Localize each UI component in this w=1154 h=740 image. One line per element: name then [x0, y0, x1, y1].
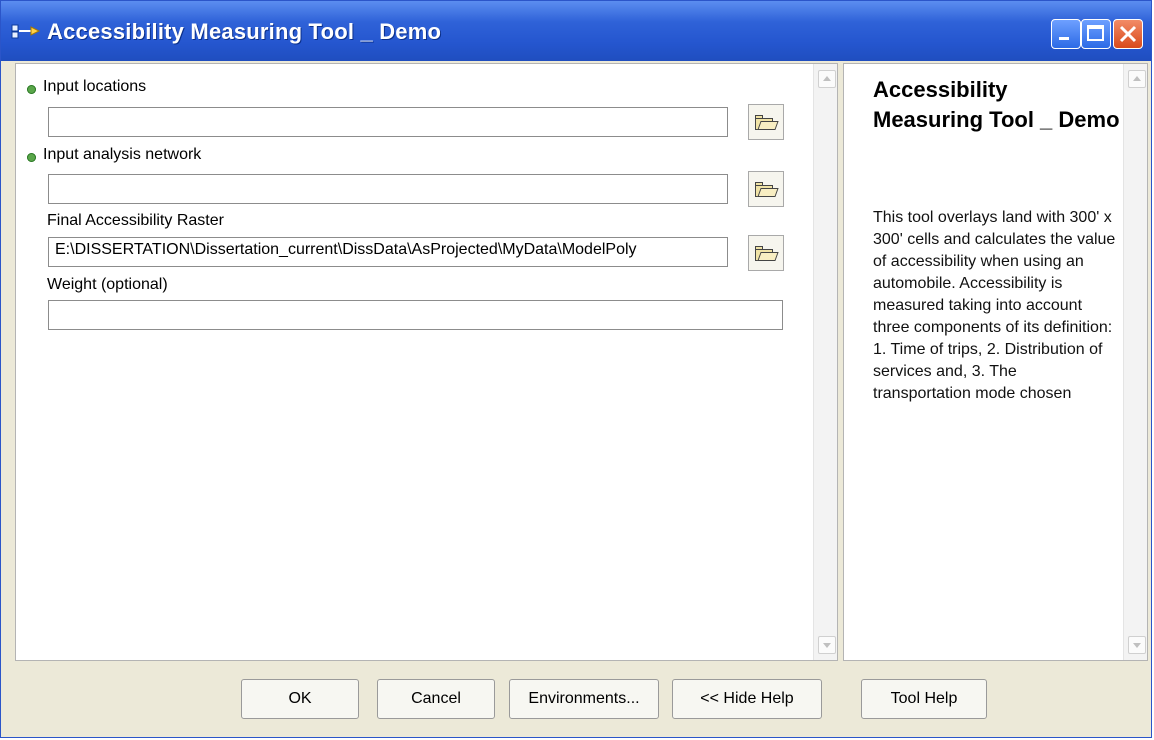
window-title: Accessibility Measuring Tool _ Demo [47, 19, 442, 44]
browse-input-locations-button[interactable] [748, 104, 784, 140]
tool-dialog: Accessibility Measuring Tool _ Demo Inpu… [0, 0, 1152, 738]
cancel-button[interactable]: Cancel [377, 679, 495, 719]
model-tool-icon [11, 24, 41, 39]
browse-final-accessibility-raster-button[interactable] [748, 235, 784, 271]
parameters-scrollbar[interactable] [813, 64, 837, 660]
parameters-pane: Input locations Input analysis network F… [15, 63, 838, 661]
input-locations-label: Input locations [43, 78, 147, 95]
input-locations-field[interactable] [48, 107, 728, 137]
help-description: This tool overlays land with 300' x 300'… [873, 209, 1116, 402]
scroll-up-icon[interactable] [1128, 70, 1146, 88]
browse-input-analysis-network-button[interactable] [748, 171, 784, 207]
environments-button[interactable]: Environments... [509, 679, 659, 719]
hide-help-button[interactable]: << Hide Help [672, 679, 822, 719]
input-analysis-network-field[interactable] [48, 174, 728, 204]
weight-label: Weight (optional) [47, 276, 168, 293]
maximize-button[interactable] [1081, 19, 1111, 49]
help-scrollbar[interactable] [1123, 64, 1147, 660]
open-folder-icon [755, 114, 779, 130]
required-parameter-icon [27, 153, 36, 162]
tool-help-button[interactable]: Tool Help [861, 679, 987, 719]
help-pane: Accessibility Measuring Tool _ Demo This… [843, 63, 1148, 661]
ok-button[interactable]: OK [241, 679, 359, 719]
open-folder-icon [755, 245, 779, 261]
required-parameter-icon [27, 85, 36, 94]
maximize-icon [1087, 25, 1104, 41]
minimize-icon [1059, 37, 1069, 40]
final-accessibility-raster-field[interactable]: E:\DISSERTATION\Dissertation_current\Dis… [48, 237, 728, 267]
close-icon [1119, 25, 1137, 43]
minimize-button[interactable] [1051, 19, 1081, 49]
input-analysis-network-label: Input analysis network [43, 146, 202, 163]
scroll-down-icon[interactable] [1128, 636, 1146, 654]
scroll-up-icon[interactable] [818, 70, 836, 88]
final-accessibility-raster-label: Final Accessibility Raster [47, 212, 224, 229]
close-button[interactable] [1113, 19, 1143, 49]
weight-field[interactable] [48, 300, 783, 330]
help-title: Accessibility Measuring Tool _ Demo [873, 77, 1120, 132]
open-folder-icon [755, 181, 779, 197]
scroll-down-icon[interactable] [818, 636, 836, 654]
title-bar[interactable]: Accessibility Measuring Tool _ Demo [1, 1, 1151, 61]
